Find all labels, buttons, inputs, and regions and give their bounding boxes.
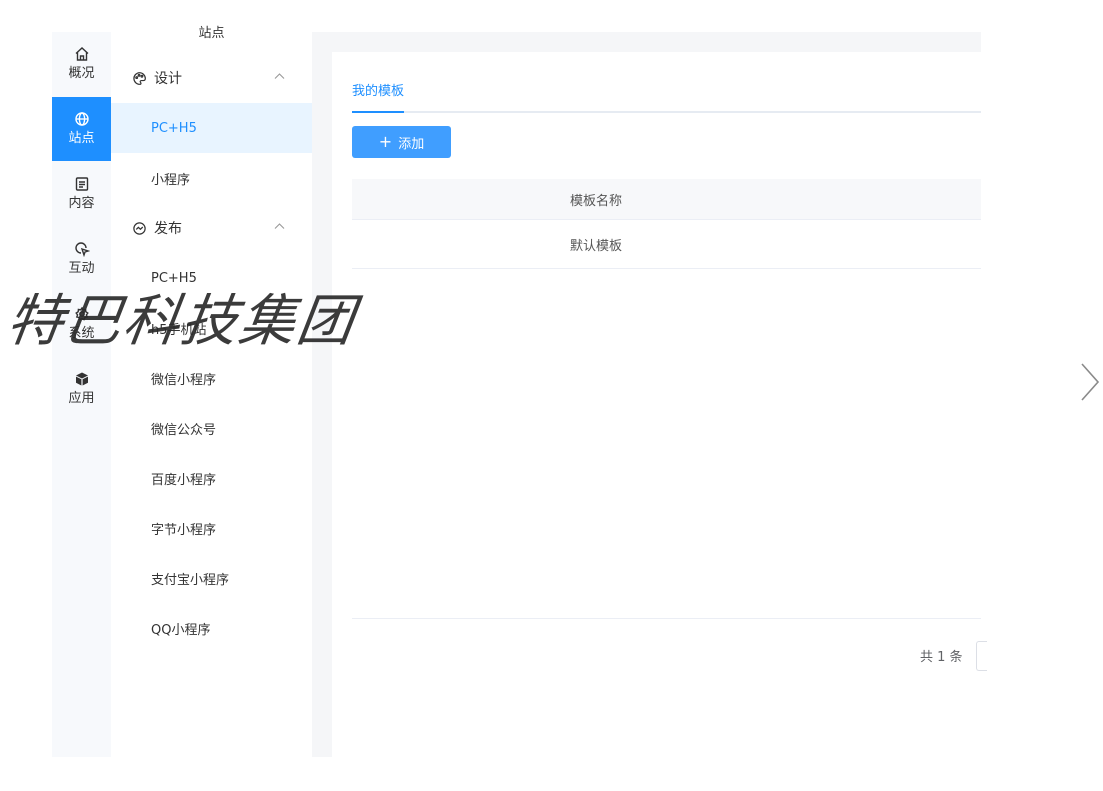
total-count: 共 1 条	[920, 650, 963, 665]
main-panel: 我的模板 + 添加 模板名称 默认模板 共 1 条	[332, 52, 987, 757]
box-icon	[73, 370, 91, 388]
column-header-template-name: 模板名称	[569, 193, 622, 209]
rail-item-label: 概况	[68, 66, 95, 81]
template-table: 模板名称 默认模板	[352, 179, 981, 269]
rail-item-label: 应用	[68, 391, 95, 406]
add-button[interactable]: + 添加	[352, 126, 451, 158]
submenu-item-publish-qq-mini[interactable]: QQ小程序	[111, 603, 312, 653]
add-button-label: 添加	[398, 136, 425, 152]
submenu-item-label: 小程序	[151, 172, 191, 188]
submenu-item-publish-alipay-mini[interactable]: 支付宝小程序	[111, 553, 312, 603]
table-footer-divider	[352, 618, 981, 619]
table-row[interactable]: 默认模板	[352, 220, 981, 269]
globe-icon	[73, 110, 91, 128]
submenu-item-label: 百度小程序	[151, 472, 217, 488]
next-arrow-icon[interactable]	[1076, 362, 1102, 402]
submenu-title: 站点	[198, 26, 225, 41]
submenu-item-label: 微信小程序	[151, 372, 217, 388]
table-header: 模板名称	[352, 179, 981, 220]
site-submenu: 站点 设计 PC+H5 小程序 发布 PC+H5 h5手机站 微信小程序 微信公…	[111, 18, 312, 757]
submenu-item-label: 支付宝小程序	[151, 572, 230, 588]
submenu-item-design-miniprogram[interactable]: 小程序	[111, 153, 312, 203]
watermark-text: 特巴科技集团	[2, 289, 360, 354]
tab-bar: 我的模板	[352, 80, 981, 113]
submenu-item-label: 字节小程序	[151, 522, 217, 538]
rail-item-overview[interactable]: 概况	[52, 32, 111, 96]
chevron-up-icon	[274, 223, 285, 229]
rail-item-apps[interactable]: 应用	[52, 357, 111, 421]
rail-item-content[interactable]: 内容	[52, 162, 111, 226]
group-publish-label: 发布	[154, 221, 182, 237]
page-size-select[interactable]	[976, 641, 987, 671]
document-icon	[73, 175, 91, 193]
plus-icon: +	[378, 132, 393, 151]
submenu-item-publish-wechat-official[interactable]: 微信公众号	[111, 403, 312, 453]
rail-item-site[interactable]: 站点	[52, 97, 111, 161]
table-cell-template-name: 默认模板	[569, 238, 622, 254]
rail-item-label: 内容	[68, 196, 95, 211]
group-design[interactable]: 设计	[111, 53, 312, 103]
group-design-label: 设计	[154, 71, 182, 87]
group-publish[interactable]: 发布	[111, 203, 312, 253]
palette-icon	[133, 71, 146, 85]
publish-icon	[133, 221, 146, 235]
submenu-item-label: 微信公众号	[151, 422, 217, 438]
submenu-item-label: QQ小程序	[151, 622, 211, 638]
chevron-up-icon	[274, 73, 285, 79]
submenu-item-label: PC+H5	[151, 120, 197, 136]
submenu-item-publish-wechat-mini[interactable]: 微信小程序	[111, 353, 312, 403]
home-icon	[73, 45, 91, 63]
icon-rail: 概况 站点 内容 互动 系统 应用	[52, 32, 111, 757]
tab-my-templates[interactable]: 我的模板	[352, 80, 405, 113]
submenu-item-design-pch5[interactable]: PC+H5	[111, 103, 312, 153]
rail-item-label: 站点	[68, 131, 95, 146]
pointer-icon	[73, 240, 91, 258]
submenu-item-publish-baidu-mini[interactable]: 百度小程序	[111, 453, 312, 503]
submenu-item-publish-bytedance-mini[interactable]: 字节小程序	[111, 503, 312, 553]
